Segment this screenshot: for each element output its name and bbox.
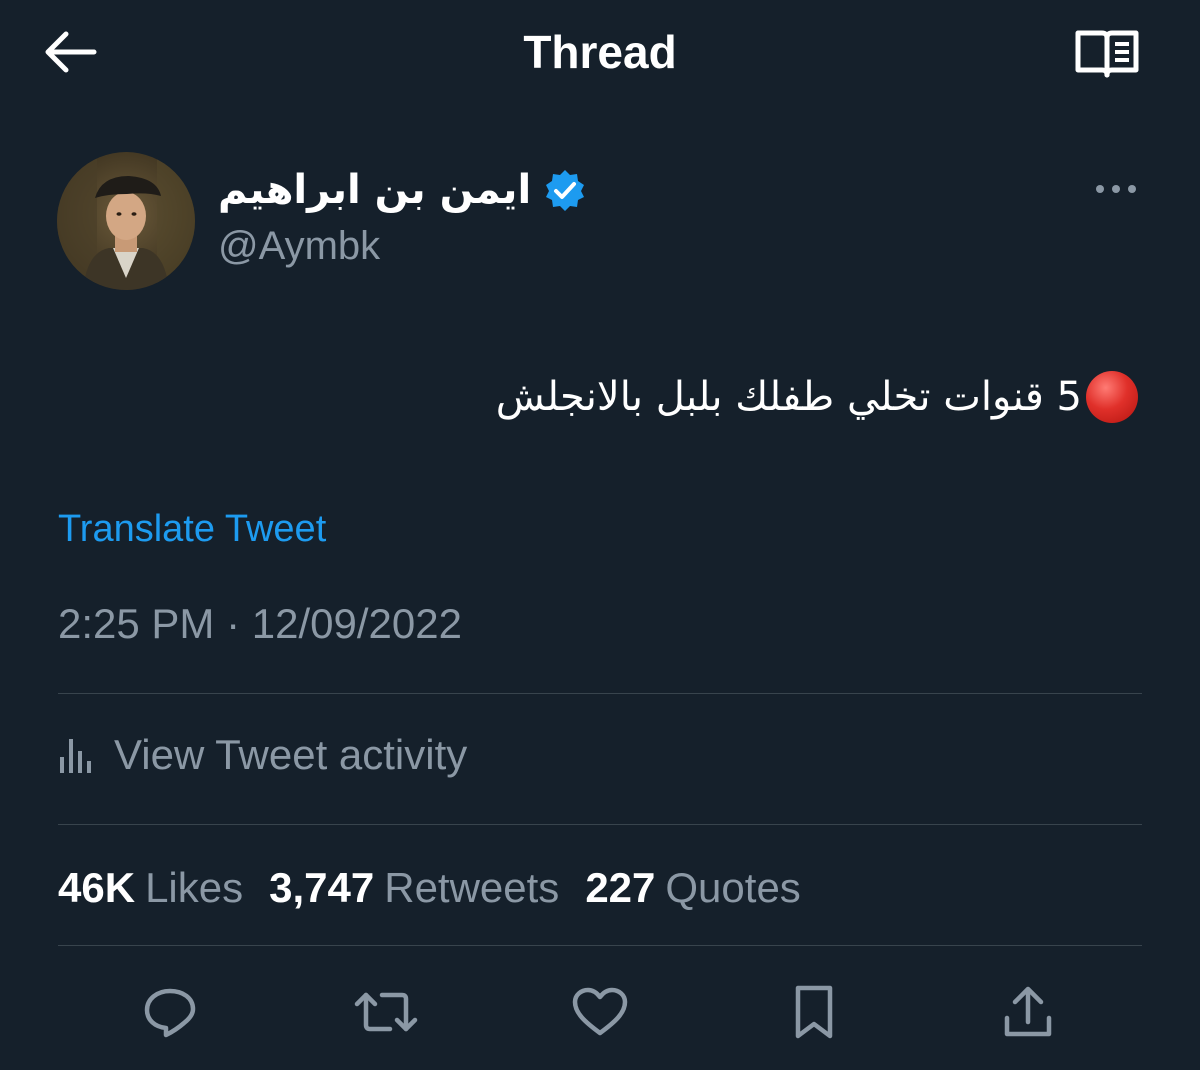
bar-chart-icon [60, 739, 91, 773]
book-open-icon [1075, 30, 1139, 78]
reply-button[interactable] [136, 980, 204, 1044]
heart-icon [572, 987, 628, 1036]
top-bar: Thread [0, 0, 1200, 105]
divider [58, 693, 1142, 694]
retweets-label: Retweets [384, 864, 560, 911]
view-tweet-activity-button[interactable]: View Tweet activity [58, 722, 467, 788]
ellipsis-icon [1096, 185, 1136, 193]
retweets-count: 3,747 [269, 864, 375, 911]
retweet-icon [354, 992, 418, 1032]
quotes-count: 227 [585, 864, 656, 911]
likes-label: Likes [145, 864, 244, 911]
like-button[interactable] [566, 980, 634, 1044]
avatar[interactable] [57, 152, 195, 290]
share-button[interactable] [994, 980, 1062, 1044]
quotes-stat[interactable]: 227 Quotes [585, 864, 801, 912]
author-handle[interactable]: @Aymbk [218, 224, 380, 269]
red-circle-emoji-icon [1086, 371, 1138, 423]
engagement-stats: 46K Likes 3,747 Retweets 227 Quotes [58, 858, 827, 918]
share-icon [1004, 986, 1052, 1037]
tweet-timestamp[interactable]: 2:25 PM · 12/09/2022 [58, 600, 462, 648]
author-name: ايمن بن ابراهيم [218, 167, 532, 213]
likes-count: 46K [58, 864, 136, 911]
quotes-label: Quotes [665, 864, 801, 911]
retweets-stat[interactable]: 3,747 Retweets [269, 864, 559, 912]
divider [58, 945, 1142, 946]
verified-badge-icon [543, 168, 587, 212]
profile-photo [57, 152, 195, 290]
tweet-body: 5 قنوات تخلي طفلك بلبل بالانجلش [496, 362, 1138, 432]
page-title: Thread [523, 26, 677, 78]
likes-stat[interactable]: 46K Likes [58, 864, 243, 912]
more-options-button[interactable] [1086, 166, 1146, 212]
reply-icon [144, 988, 196, 1038]
view-tweet-activity-label: View Tweet activity [114, 731, 468, 778]
retweet-button[interactable] [352, 980, 420, 1044]
author-name-row[interactable]: ايمن بن ابراهيم [218, 158, 587, 222]
tweet-text: 5 قنوات تخلي طفلك بلبل بالانجلش [495, 374, 1082, 420]
reader-mode-button[interactable] [1070, 24, 1144, 82]
translate-tweet-link[interactable]: Translate Tweet [58, 508, 326, 551]
divider [58, 824, 1142, 825]
bookmark-icon [795, 985, 833, 1039]
bookmark-button[interactable] [780, 980, 848, 1044]
